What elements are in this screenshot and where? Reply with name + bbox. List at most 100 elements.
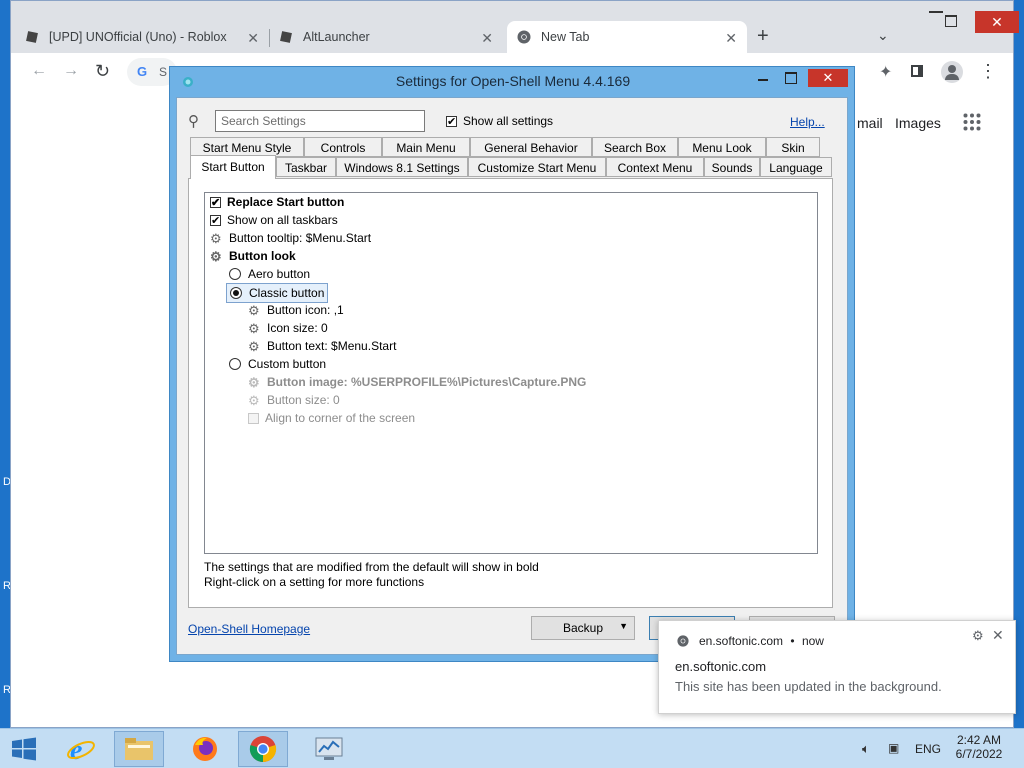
dialog-close-button[interactable]: ✕: [808, 69, 848, 87]
radio[interactable]: [229, 358, 241, 370]
notification-time: now: [801, 634, 824, 648]
chevron-down-icon[interactable]: ⌄: [877, 27, 889, 44]
radio-selected[interactable]: [230, 287, 242, 299]
checkbox[interactable]: ✔: [210, 214, 221, 226]
tab-skin[interactable]: Skin: [766, 137, 820, 157]
hint-text: The settings that are modified from the …: [204, 560, 539, 574]
gear-icon[interactable]: ⚙: [972, 628, 984, 644]
show-all-label: Show all settings: [463, 114, 554, 128]
monitor-chart-icon: [315, 737, 343, 760]
firefox-icon: [193, 737, 217, 761]
tab-taskbar[interactable]: Taskbar: [276, 157, 336, 177]
web-notification[interactable]: en.softonic.com • now ⚙ ✕ en.softonic.co…: [658, 620, 1016, 714]
tab-separator: [269, 29, 270, 47]
window-close-button[interactable]: ✕: [975, 11, 1019, 33]
back-arrow-icon[interactable]: ←: [31, 62, 47, 80]
close-icon[interactable]: ✕: [725, 30, 737, 47]
minimize-icon[interactable]: [758, 79, 768, 81]
radio[interactable]: [229, 268, 241, 280]
tab-language[interactable]: Language: [760, 157, 832, 177]
tab-start-menu-style[interactable]: Start Menu Style: [190, 137, 304, 157]
gear-icon: ⚙: [248, 338, 260, 354]
browser-tab-active[interactable]: New Tab ✕: [507, 21, 747, 53]
chrome-icon: [517, 30, 531, 44]
close-icon[interactable]: ✕: [992, 627, 1004, 644]
tab-title: AltLauncher: [303, 30, 370, 44]
clock-date: 6/7/2022: [955, 747, 1003, 761]
gear-icon: ⚙: [248, 392, 260, 408]
taskbar-file-explorer[interactable]: [114, 731, 164, 767]
checkbox-disabled[interactable]: [248, 412, 259, 424]
setting-button-icon[interactable]: ⚙ Button icon: ,1: [248, 301, 344, 319]
language-indicator[interactable]: ENG: [915, 742, 941, 756]
help-link[interactable]: Help...: [790, 115, 825, 129]
start-button[interactable]: [0, 731, 48, 767]
maximize-icon[interactable]: [945, 15, 957, 27]
gmail-link[interactable]: mail: [857, 115, 883, 131]
images-link[interactable]: Images: [895, 115, 941, 131]
taskbar-firefox[interactable]: [180, 731, 230, 767]
tab-menu-look[interactable]: Menu Look: [678, 137, 766, 157]
hint-text: Right-click on a setting for more functi…: [204, 575, 425, 589]
tab-start-button[interactable]: Start Button: [190, 155, 276, 179]
search-placeholder: Search Settings: [221, 114, 306, 128]
maximize-icon[interactable]: [785, 72, 797, 84]
network-icon[interactable]: ▣: [888, 741, 899, 755]
speaker-muted-icon[interactable]: 🔈︎: [862, 741, 870, 757]
side-panel-icon[interactable]: [911, 65, 923, 77]
dropdown-arrow-icon: ▼: [619, 621, 628, 631]
tab-sounds[interactable]: Sounds: [704, 157, 760, 177]
apps-grid-icon[interactable]: [963, 113, 981, 131]
roblox-icon: [280, 31, 292, 43]
setting-button-image[interactable]: ⚙ Button image: %USERPROFILE%\Pictures\Ca…: [248, 373, 586, 391]
notification-body: This site has been updated in the backgr…: [675, 679, 942, 694]
reload-icon[interactable]: ↻: [95, 61, 110, 82]
taskbar-chrome[interactable]: [238, 731, 288, 767]
roblox-icon: [26, 31, 38, 43]
checkbox[interactable]: ✔: [446, 115, 457, 127]
internet-explorer-icon: e: [67, 735, 95, 764]
backup-button[interactable]: Backup ▼: [531, 616, 635, 640]
setting-button-tooltip[interactable]: ⚙ Button tooltip: $Menu.Start: [210, 229, 371, 247]
search-settings-input[interactable]: Search Settings: [215, 110, 425, 132]
setting-classic-button[interactable]: Classic button: [226, 283, 329, 303]
setting-replace-start-button[interactable]: ✔ Replace Start button: [210, 193, 344, 211]
windows-logo-icon: [12, 737, 36, 761]
notification-title: en.softonic.com: [675, 659, 767, 674]
tab-customize-start-menu[interactable]: Customize Start Menu: [468, 157, 606, 177]
browser-tab[interactable]: [UPD] UNOfficial (Uno) - Roblox ✕: [25, 21, 269, 53]
setting-button-size[interactable]: ⚙ Button size: 0: [248, 391, 340, 409]
tab-main-menu[interactable]: Main Menu: [382, 137, 470, 157]
forward-arrow-icon[interactable]: →: [63, 62, 79, 80]
clock[interactable]: 2:42 AM 6/7/2022: [950, 733, 1008, 761]
tab-general-behavior[interactable]: General Behavior: [470, 137, 592, 157]
profile-avatar[interactable]: [941, 61, 963, 83]
notification-source: en.softonic.com: [699, 634, 784, 648]
setting-aero-button[interactable]: Aero button: [229, 265, 310, 283]
taskbar-internet-explorer[interactable]: e: [56, 731, 106, 767]
tab-context-menu[interactable]: Context Menu: [606, 157, 704, 177]
setting-icon-size[interactable]: ⚙ Icon size: 0: [248, 319, 328, 337]
kebab-menu-icon[interactable]: ⋮: [979, 61, 997, 82]
tab-windows-8-1-settings[interactable]: Windows 8.1 Settings: [336, 157, 468, 177]
show-all-settings-checkbox[interactable]: ✔ Show all settings: [446, 112, 553, 130]
browser-tab[interactable]: AltLauncher ✕: [279, 21, 503, 53]
gear-icon: ⚙: [210, 248, 222, 264]
setting-custom-button[interactable]: Custom button: [229, 355, 326, 373]
close-icon[interactable]: ✕: [247, 30, 259, 47]
extensions-icon[interactable]: ✦: [879, 62, 892, 82]
taskbar-app[interactable]: [304, 731, 354, 767]
open-shell-homepage-link[interactable]: Open-Shell Homepage: [188, 622, 310, 636]
tab-search-box[interactable]: Search Box: [592, 137, 678, 157]
checkbox[interactable]: ✔: [210, 196, 221, 208]
chrome-icon: [677, 635, 689, 647]
new-tab-plus-icon[interactable]: +: [757, 25, 769, 48]
google-icon: G: [137, 64, 148, 79]
minimize-icon[interactable]: [929, 11, 943, 13]
setting-button-text[interactable]: ⚙ Button text: $Menu.Start: [248, 337, 396, 355]
setting-show-on-all-taskbars[interactable]: ✔ Show on all taskbars: [210, 211, 338, 229]
setting-button-look[interactable]: ⚙ Button look: [210, 247, 296, 265]
setting-align-to-corner[interactable]: Align to corner of the screen: [248, 409, 415, 427]
tab-controls[interactable]: Controls: [304, 137, 382, 157]
close-icon[interactable]: ✕: [481, 30, 493, 47]
